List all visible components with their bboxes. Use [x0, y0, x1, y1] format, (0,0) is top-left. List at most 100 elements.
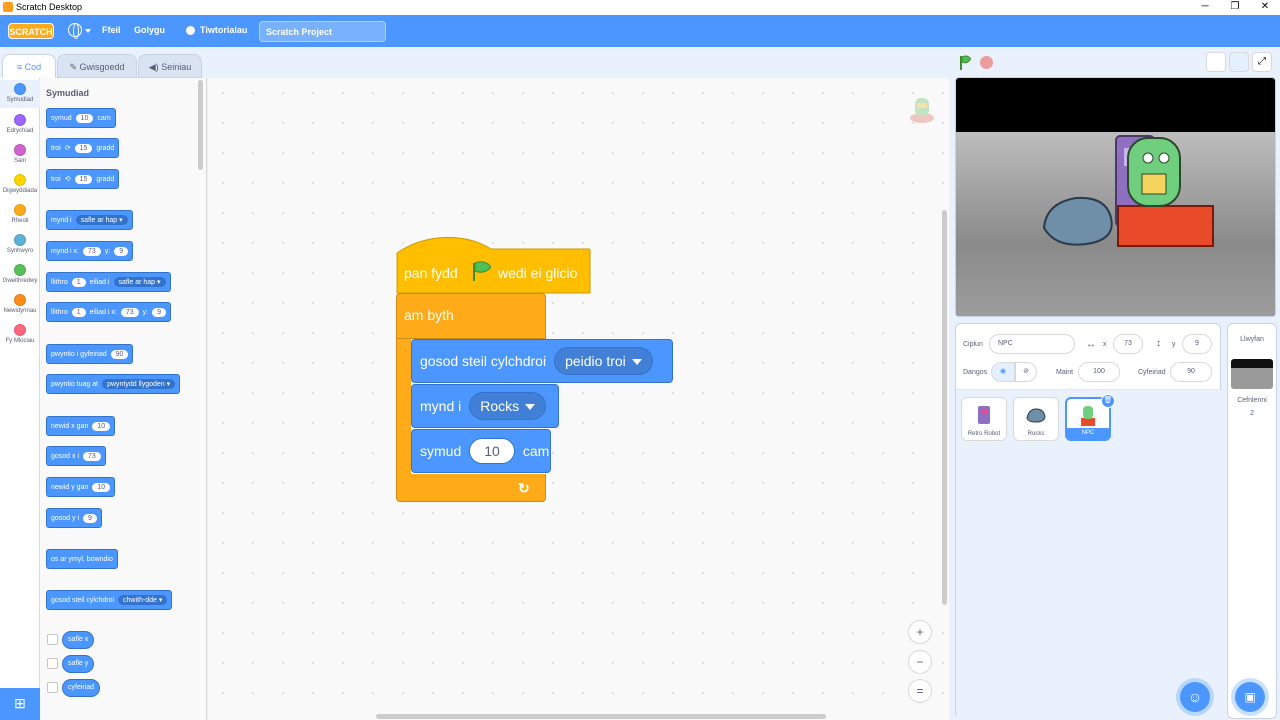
hide-eye-slash-icon[interactable]: ⊘ — [1015, 362, 1037, 382]
direction-input[interactable]: 90 — [1170, 362, 1212, 382]
rotation-style-dropdown[interactable]: peidio troi — [554, 347, 653, 375]
seconds-input[interactable]: 1 — [71, 307, 86, 317]
value-input[interactable]: 73 — [83, 451, 101, 461]
change-y-block[interactable]: newid y gan 10 — [46, 477, 116, 497]
target-dropdown[interactable]: safle ar hap ▾ — [75, 215, 128, 225]
fullscreen-icon[interactable]: ⤢ — [1252, 52, 1272, 72]
go-to-target-dropdown[interactable]: Rocks — [469, 392, 547, 420]
rotation-style-dropdown[interactable]: chwith-dde ▾ — [118, 595, 168, 605]
workspace-vertical-scrollbar[interactable] — [942, 210, 947, 605]
direction-reporter[interactable]: cyfeiriad — [62, 679, 101, 697]
set-y-block[interactable]: gosod y i 9 — [46, 508, 102, 528]
green-flag-icon[interactable] — [958, 55, 974, 71]
add-extension-button[interactable]: ⊞ — [0, 688, 40, 720]
category-my-blocks[interactable]: Fy Mlociau — [0, 321, 40, 349]
glide-to-xy-block[interactable]: llithro 1 eiliad i x: 73 y: 9 — [46, 302, 172, 322]
y-position-checkbox[interactable] — [47, 658, 58, 669]
tab-costumes[interactable]: ✎ Gwisgoedd — [57, 54, 137, 78]
seconds-input[interactable]: 1 — [71, 277, 86, 287]
category-operators[interactable]: Gweithredwy — [0, 261, 40, 289]
category-events[interactable]: Digwyddiada — [0, 171, 40, 199]
x-position-input[interactable]: 73 — [1113, 334, 1143, 354]
category-control[interactable]: Rheoli — [0, 201, 40, 229]
set-rotation-style-block[interactable]: gosod steil cylchdroi chwith-dde ▾ — [46, 590, 173, 610]
tutorials-menu[interactable]: Tiwtorialau — [200, 25, 247, 35]
point-towards-block[interactable]: pwyntio tuag at pwyntydd llygoden ▾ — [46, 374, 181, 394]
category-dot-icon — [14, 294, 26, 306]
show-visible-eye-icon[interactable]: ◉ — [991, 362, 1015, 382]
go-to-block[interactable]: mynd i safle ar hap ▾ — [46, 210, 133, 230]
file-menu[interactable]: Ffeil — [102, 25, 121, 35]
size-input[interactable]: 100 — [1078, 362, 1120, 382]
tab-sounds[interactable]: ◀) Seiniau — [138, 54, 202, 78]
value-input[interactable]: 9 — [83, 513, 97, 523]
add-sprite-button[interactable]: ☺ — [1180, 682, 1210, 712]
degrees-input[interactable]: 15 — [74, 143, 93, 153]
value-input[interactable]: 10 — [92, 421, 111, 431]
normal-stage-button[interactable] — [1229, 52, 1249, 72]
sprite-thumbnail-rocks[interactable]: Rocks — [1013, 397, 1059, 441]
zoom-in-button[interactable]: + — [908, 620, 932, 644]
target-dropdown[interactable]: safle ar hap ▾ — [113, 277, 166, 287]
x-input[interactable]: 73 — [83, 246, 101, 256]
value-input[interactable]: 10 — [92, 482, 111, 492]
category-motion[interactable]: Symudiad — [0, 80, 40, 108]
edit-menu[interactable]: Golygu — [134, 25, 165, 35]
go-to-xy-block[interactable]: mynd i x: 73 y: 9 — [46, 241, 134, 261]
target-dropdown[interactable]: pwyntydd llygoden ▾ — [102, 379, 176, 389]
turn-left-block[interactable]: troi ⟲ 15 gradd — [46, 169, 120, 189]
y-input[interactable]: 9 — [152, 307, 167, 317]
editor-tabs: ≡ Cod ✎ Gwisgoedd ◀) Seiniau — [0, 52, 204, 78]
category-looks[interactable]: Edrychiad — [0, 111, 40, 139]
minimize-button[interactable]: ─ — [1190, 0, 1220, 15]
maximize-button[interactable]: ❐ — [1220, 0, 1250, 15]
tab-code[interactable]: ≡ Cod — [2, 54, 56, 78]
category-sensing[interactable]: Synhwyro — [0, 231, 40, 259]
delete-sprite-trash-icon[interactable]: 🗑 — [1101, 394, 1115, 408]
y-position-input[interactable]: 9 — [1182, 334, 1212, 354]
stop-icon[interactable] — [980, 56, 993, 69]
y-position-reporter[interactable]: safle y — [62, 655, 95, 673]
category-variables[interactable]: Newidynnau — [0, 291, 40, 319]
when-flag-clicked-block[interactable]: pan fydd wedi ei glicio — [396, 235, 591, 295]
move-steps-block[interactable]: symud 10 cam — [46, 108, 116, 128]
x-input[interactable]: 73 — [120, 307, 139, 317]
language-globe-icon[interactable] — [68, 23, 82, 39]
set-rotation-style-script-block[interactable]: gosod steil cylchdroi peidio troi — [411, 339, 673, 383]
sprite-thumbnail-retro-robot[interactable]: Retro Robot — [961, 397, 1007, 441]
forever-block[interactable]: am byth — [396, 293, 546, 339]
category-dot-icon — [14, 174, 26, 186]
stage-canvas[interactable] — [955, 77, 1276, 317]
sprite-name-input[interactable]: NPC — [989, 334, 1075, 354]
close-button[interactable]: ✕ — [1250, 0, 1280, 15]
turn-right-block[interactable]: troi ⟳ 15 gradd — [46, 138, 120, 158]
x-position-checkbox[interactable] — [47, 634, 58, 645]
move-steps-script-block[interactable]: symud 10 cam — [411, 429, 551, 473]
palette-scrollbar[interactable] — [198, 80, 203, 170]
degrees-input[interactable]: 15 — [74, 174, 93, 184]
go-to-script-block[interactable]: mynd i Rocks — [411, 384, 559, 428]
bounce-block[interactable]: os ar ymyl, bowndio — [46, 549, 118, 569]
category-sound[interactable]: Sain — [0, 141, 40, 169]
workspace-horizontal-scrollbar[interactable] — [376, 714, 826, 719]
x-position-reporter[interactable]: safle x — [62, 631, 95, 649]
small-stage-button[interactable] — [1206, 52, 1226, 72]
glide-to-block[interactable]: llithro 1 eiliad i safle ar hap ▾ — [46, 272, 171, 292]
y-input[interactable]: 9 — [114, 246, 129, 256]
project-title-input[interactable] — [259, 21, 386, 42]
zoom-reset-button[interactable]: = — [908, 679, 932, 703]
scratch-logo[interactable]: SCRATCH — [8, 23, 54, 39]
horizontal-arrows-icon: ↔ — [1086, 339, 1096, 350]
script-workspace[interactable]: pan fydd wedi ei glicio am byth ↻ gosod … — [208, 78, 949, 720]
direction-input[interactable]: 90 — [110, 349, 129, 359]
direction-checkbox[interactable] — [47, 682, 58, 693]
tab-code-label: Cod — [24, 62, 42, 72]
point-in-direction-block[interactable]: pwyntio i gyfeiriad 90 — [46, 344, 134, 364]
add-backdrop-button[interactable]: ▣ — [1235, 682, 1265, 712]
steps-input[interactable]: 10 — [75, 113, 94, 123]
zoom-out-button[interactable]: − — [908, 650, 932, 674]
change-x-block[interactable]: newid x gan 10 — [46, 416, 116, 436]
set-x-block[interactable]: gosod x i 73 — [46, 446, 106, 466]
steps-input[interactable]: 10 — [469, 438, 515, 464]
stage-selector[interactable]: Llwyfan Cefnlenni 2 — [1227, 323, 1277, 719]
